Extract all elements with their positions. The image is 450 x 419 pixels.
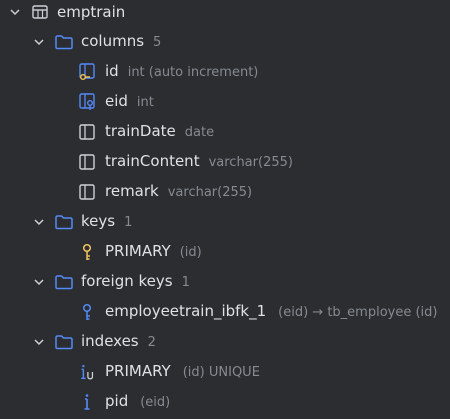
folder-icon <box>54 212 74 232</box>
chevron-down-icon[interactable] <box>32 275 46 289</box>
foreign-key-detail: (eid) → tb_employee (id) <box>278 305 438 320</box>
index-detail: (id) UNIQUE <box>182 365 260 380</box>
tree-node-columns-folder[interactable]: columns 5 <box>0 27 450 57</box>
tree-node-indexes-folder[interactable]: indexes 2 <box>0 327 450 357</box>
column-name: remark <box>105 182 159 200</box>
primary-key-column-icon <box>77 62 97 82</box>
column-name: trainDate <box>105 122 176 140</box>
index-icon <box>77 392 97 412</box>
folder-label-columns: columns <box>81 32 145 50</box>
column-name: id <box>105 62 119 80</box>
column-type: varchar(255) <box>167 185 253 200</box>
database-tree: emptrain columns 5 id int (auto incremen… <box>0 0 450 419</box>
tree-node-keys-folder[interactable]: keys 1 <box>0 207 450 237</box>
primary-key-icon <box>77 242 97 262</box>
tree-node-foreign-key[interactable]: employeetrain_ibfk_1 (eid) → tb_employee… <box>0 297 450 327</box>
column-name: trainContent <box>105 152 200 170</box>
tree-node-column[interactable]: remark varchar(255) <box>0 177 450 207</box>
index-name: pid <box>105 392 129 410</box>
foreign-key-column-icon <box>77 92 97 112</box>
folder-label-foreign-keys: foreign keys <box>81 272 173 290</box>
column-type: varchar(255) <box>208 155 293 170</box>
tree-node-table[interactable]: emptrain <box>0 0 450 27</box>
table-icon <box>30 2 50 22</box>
column-type: date <box>184 125 215 140</box>
tree-node-key[interactable]: PRIMARY (id) <box>0 237 450 267</box>
tree-node-column[interactable]: trainContent varchar(255) <box>0 147 450 177</box>
folder-count-indexes: 2 <box>147 335 156 350</box>
folder-icon <box>54 32 74 52</box>
column-icon <box>77 152 97 172</box>
folder-count-foreign-keys: 1 <box>181 275 190 290</box>
chevron-down-icon[interactable] <box>32 335 46 349</box>
key-detail: (id) <box>179 245 202 260</box>
tree-node-column[interactable]: eid int <box>0 87 450 117</box>
folder-label-keys: keys <box>81 212 116 230</box>
foreign-key-name: employeetrain_ibfk_1 <box>105 302 267 320</box>
foreign-key-icon <box>77 302 97 322</box>
tree-node-index[interactable]: PRIMARY (id) UNIQUE <box>0 357 450 387</box>
folder-label-indexes: indexes <box>81 332 139 350</box>
chevron-down-icon[interactable] <box>32 215 46 229</box>
table-name: emptrain <box>57 3 126 21</box>
folder-icon <box>54 272 74 292</box>
column-name: eid <box>105 92 128 110</box>
key-name: PRIMARY <box>105 242 171 260</box>
tree-node-column[interactable]: trainDate date <box>0 117 450 147</box>
column-type: int (auto increment) <box>127 65 259 80</box>
unique-index-icon <box>77 362 97 382</box>
tree-node-column[interactable]: id int (auto increment) <box>0 57 450 87</box>
tree-node-foreign-keys-folder[interactable]: foreign keys 1 <box>0 267 450 297</box>
chevron-down-icon[interactable] <box>32 35 46 49</box>
tree-node-index[interactable]: pid (eid) <box>0 387 450 417</box>
column-icon <box>77 182 97 202</box>
chevron-down-icon[interactable] <box>8 5 22 19</box>
folder-count-keys: 1 <box>124 215 133 230</box>
index-name: PRIMARY <box>105 362 171 380</box>
index-detail: (eid) <box>140 395 171 410</box>
folder-icon <box>54 332 74 352</box>
folder-count-columns: 5 <box>153 35 162 50</box>
column-icon <box>77 122 97 142</box>
column-type: int <box>136 95 154 110</box>
